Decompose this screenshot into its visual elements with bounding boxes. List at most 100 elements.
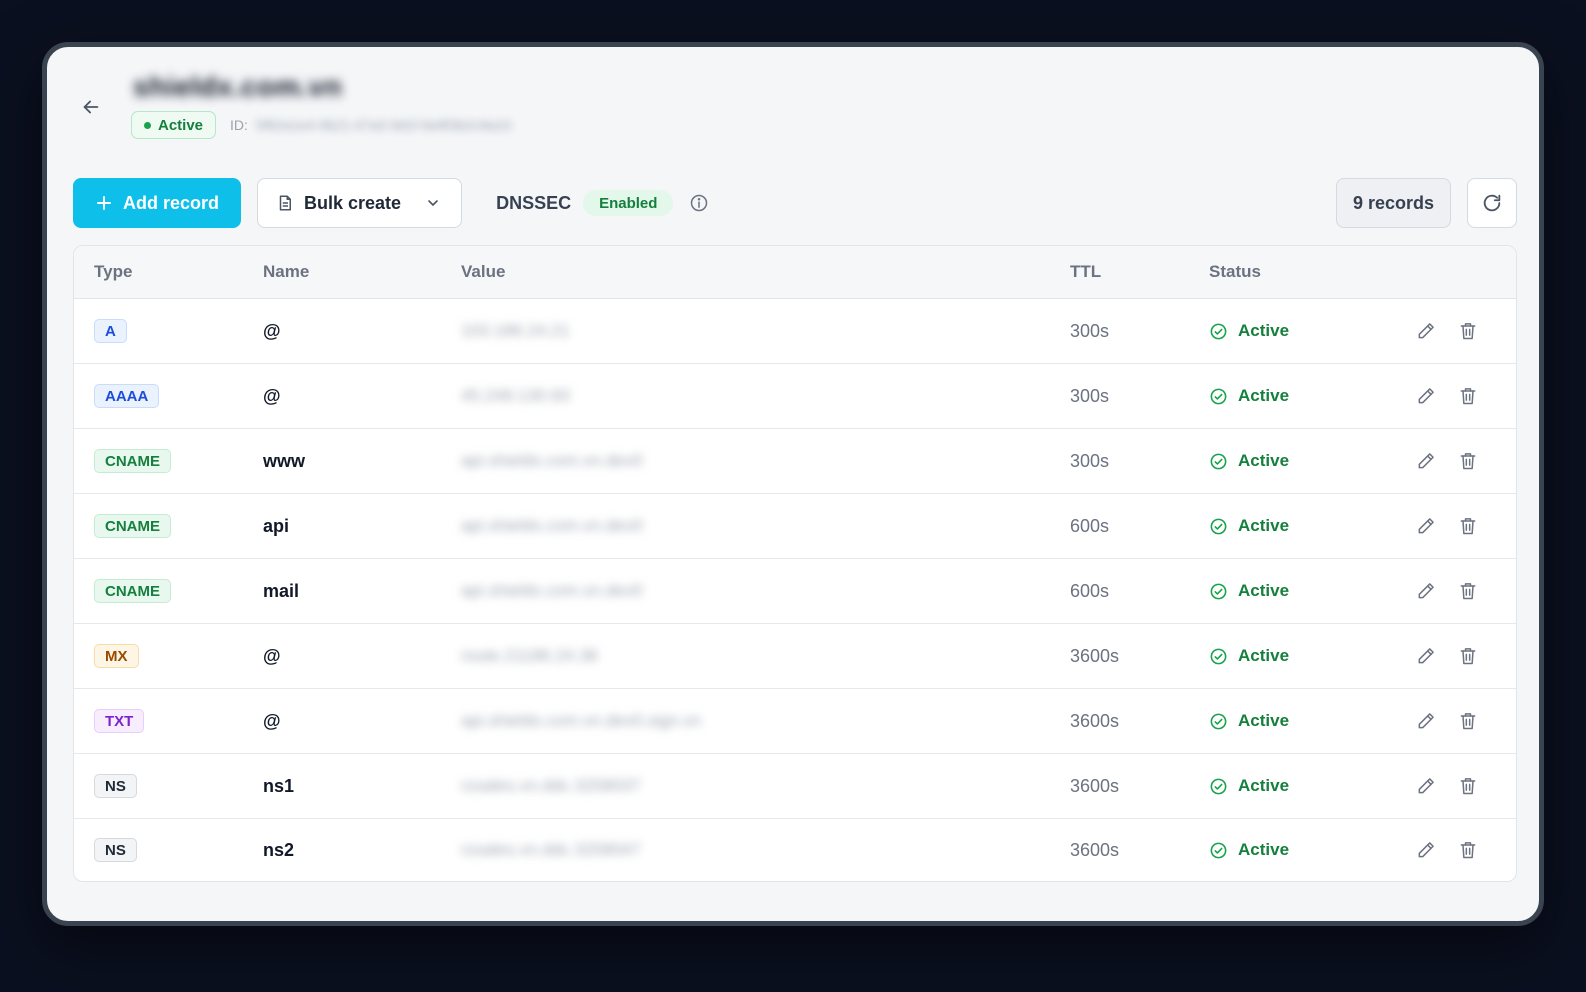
record-status: Active <box>1209 776 1416 796</box>
delete-record-button[interactable] <box>1458 711 1478 731</box>
record-status: Active <box>1209 646 1416 666</box>
edit-record-button[interactable] <box>1416 386 1436 406</box>
record-value-cell: api.shieldx.com.vn.dev0 <box>461 581 1070 601</box>
record-value: rzsales.vn.ddc.3258047 <box>461 840 641 859</box>
edit-record-button[interactable] <box>1416 711 1436 731</box>
record-value: rzsales.vn.ddc.3258037 <box>461 776 641 795</box>
record-type-cell: MX <box>74 644 263 668</box>
refresh-button[interactable] <box>1467 178 1517 228</box>
pencil-icon <box>1418 648 1434 664</box>
trash-icon <box>1460 388 1476 405</box>
record-value: 103.186.24.21 <box>461 321 570 340</box>
edit-record-button[interactable] <box>1416 321 1436 341</box>
records-table: Type Name Value TTL Status A @ 103.186.2… <box>73 245 1517 882</box>
back-button[interactable] <box>75 91 107 123</box>
edit-record-button[interactable] <box>1416 516 1436 536</box>
record-value: api.shieldx.com.vn.dev0.sign.vn <box>461 711 702 730</box>
record-actions <box>1416 581 1516 601</box>
record-status-text: Active <box>1238 451 1290 470</box>
record-status-text: Active <box>1238 646 1290 665</box>
pencil-icon <box>1418 583 1434 599</box>
edit-record-button[interactable] <box>1416 581 1436 601</box>
record-value: api.shieldx.com.vn.dev0 <box>461 581 643 600</box>
record-count-badge: 9 records <box>1335 178 1451 228</box>
record-type-cell: CNAME <box>74 579 263 603</box>
record-type-badge: AAAA <box>94 384 160 408</box>
pencil-icon <box>1418 778 1434 794</box>
edit-record-button[interactable] <box>1416 776 1436 796</box>
record-actions <box>1416 840 1516 860</box>
edit-record-button[interactable] <box>1416 646 1436 666</box>
table-row: CNAME api api.shieldx.com.vn.dev0 600s A… <box>74 494 1516 559</box>
record-type-badge: TXT <box>94 709 145 733</box>
bulk-create-button[interactable]: Bulk create <box>257 178 463 228</box>
record-value-cell: 103.186.24.21 <box>461 321 1070 341</box>
record-actions <box>1416 646 1516 666</box>
chevron-down-icon <box>428 200 438 206</box>
check-circle-icon <box>1210 388 1227 404</box>
record-ttl: 300s <box>1070 450 1110 471</box>
record-actions <box>1416 451 1516 471</box>
trash-icon <box>1460 583 1476 600</box>
record-name: @ <box>263 710 281 731</box>
delete-record-button[interactable] <box>1458 386 1478 406</box>
delete-record-button[interactable] <box>1458 776 1478 796</box>
record-value-cell: 45.249.130.93 <box>461 386 1070 406</box>
domain-id-value: 5f62a1e4-0b21-47a3-9d1f-6e8f3b2c9a10 <box>255 117 512 133</box>
column-header-status[interactable]: Status <box>1209 262 1416 282</box>
status-dot-icon <box>144 121 151 129</box>
table-row: AAAA @ 45.249.130.93 300s Active <box>74 364 1516 429</box>
pencil-icon <box>1418 453 1434 469</box>
delete-record-button[interactable] <box>1458 321 1478 341</box>
record-actions <box>1416 711 1516 731</box>
record-name: @ <box>263 320 281 341</box>
check-circle-icon <box>1210 842 1227 858</box>
column-header-value[interactable]: Value <box>461 262 1070 282</box>
record-name: @ <box>263 645 281 666</box>
trash-icon <box>1460 778 1476 795</box>
trash-icon <box>1460 518 1476 535</box>
check-circle-icon <box>1210 648 1227 664</box>
record-ttl: 3600s <box>1070 710 1120 731</box>
delete-record-button[interactable] <box>1458 840 1478 860</box>
table-row: NS ns1 rzsales.vn.ddc.3258037 3600s Acti… <box>74 754 1516 819</box>
column-header-type[interactable]: Type <box>74 262 263 282</box>
record-type-cell: NS <box>74 838 263 862</box>
record-value: api.shieldx.com.vn.dev0 <box>461 451 643 470</box>
delete-record-button[interactable] <box>1458 451 1478 471</box>
record-type-cell: NS <box>74 774 263 798</box>
pencil-icon <box>1418 388 1434 404</box>
record-type-cell: AAAA <box>74 384 263 408</box>
edit-record-button[interactable] <box>1416 451 1436 471</box>
record-status: Active <box>1209 581 1416 601</box>
domain-title: shieldx.com.vn <box>133 71 343 102</box>
record-type-cell: A <box>74 319 263 343</box>
record-name: www <box>263 450 306 471</box>
domain-status-badge: Active <box>131 111 217 139</box>
record-status-text: Active <box>1238 711 1290 730</box>
delete-record-button[interactable] <box>1458 646 1478 666</box>
delete-record-button[interactable] <box>1458 581 1478 601</box>
record-status: Active <box>1209 451 1416 471</box>
record-ttl: 300s <box>1070 320 1110 341</box>
table-row: MX @ route.21186.24.38 3600s Active <box>74 624 1516 689</box>
dnssec-label: DNSSEC <box>496 192 572 213</box>
record-ttl: 600s <box>1070 580 1110 601</box>
record-value-cell: rzsales.vn.ddc.3258047 <box>461 840 1070 860</box>
column-header-ttl[interactable]: TTL <box>1070 262 1209 282</box>
add-record-button[interactable]: Add record <box>73 178 242 228</box>
dnssec-info-button[interactable] <box>689 193 709 213</box>
record-status-text: Active <box>1238 516 1290 535</box>
record-value: 45.249.130.93 <box>461 386 570 405</box>
dnssec-status-badge: Enabled <box>583 190 674 216</box>
bulk-create-label: Bulk create <box>304 192 402 213</box>
record-type-badge: A <box>94 319 127 343</box>
record-status: Active <box>1209 711 1416 731</box>
delete-record-button[interactable] <box>1458 516 1478 536</box>
trash-icon <box>1460 453 1476 470</box>
file-icon <box>279 195 292 211</box>
edit-record-button[interactable] <box>1416 840 1436 860</box>
domain-meta: Active ID: 5f62a1e4-0b21-47a3-9d1f-6e8f3… <box>131 111 511 139</box>
toolbar: Add record Bulk create DNSSEC Enabled 9 … <box>73 178 1517 228</box>
column-header-name[interactable]: Name <box>263 262 461 282</box>
